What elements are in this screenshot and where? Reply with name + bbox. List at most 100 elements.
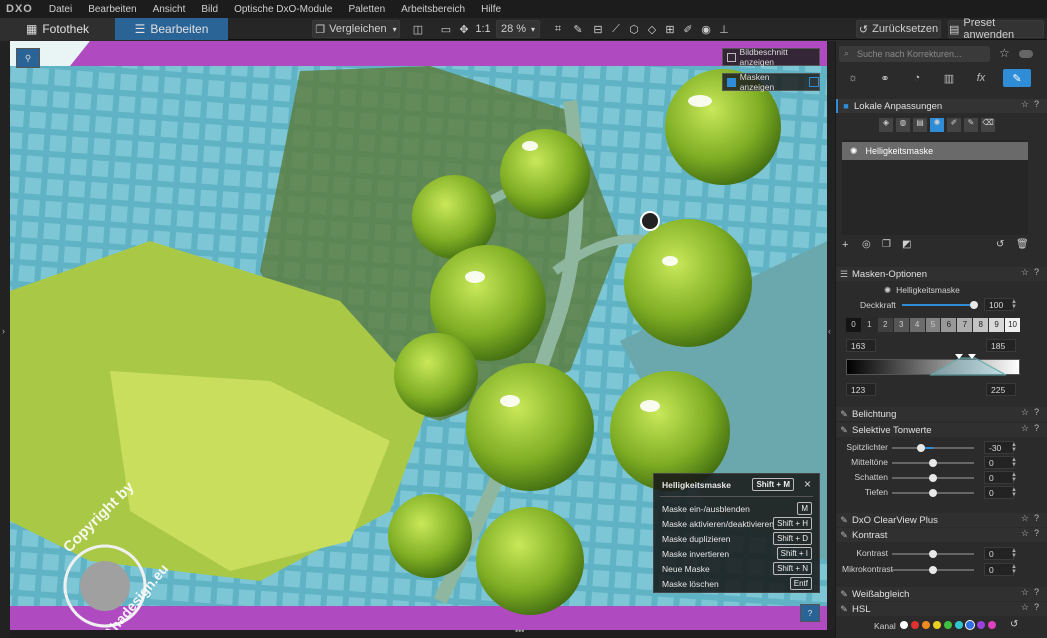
volume-icon[interactable]: ⬡ — [626, 20, 642, 38]
contrast-header[interactable]: ✎ Kontrast ☆? — [836, 528, 1047, 542]
tab-local-icon[interactable]: ✎ — [1003, 69, 1031, 87]
fit-screen-icon[interactable]: ▭ — [438, 20, 454, 38]
tone-zone-10[interactable]: 10 — [1005, 318, 1020, 332]
opacity-value[interactable]: 100 — [984, 298, 1014, 311]
filmstrip-handle[interactable]: ••• — [10, 626, 835, 638]
trash-icon[interactable]: 🗑 — [1016, 239, 1029, 250]
hsl-header[interactable]: ✎ HSL ☆? — [836, 602, 1047, 616]
menu-view[interactable]: Ansicht — [145, 4, 194, 15]
tab-effects-icon[interactable]: fx — [967, 69, 995, 87]
menu-image[interactable]: Bild — [193, 4, 226, 15]
section-controls[interactable]: ☆? — [1021, 602, 1044, 613]
tone-zone-8[interactable]: 8 — [973, 318, 989, 332]
section-controls[interactable]: ☆? — [1021, 267, 1044, 278]
duplicate-icon[interactable]: ❐ — [882, 239, 891, 250]
show-crop-toggle[interactable]: Bildbeschnitt anzeigen — [722, 47, 820, 67]
channel-blue[interactable] — [965, 620, 975, 630]
spinner-arrows[interactable]: ▲ ▼ — [1011, 457, 1017, 468]
spinner-arrows[interactable]: ▲ ▼ — [1011, 564, 1017, 575]
show-crop-checkbox[interactable] — [727, 52, 736, 62]
search-input[interactable]: Suche nach Korrekturen... — [839, 46, 990, 62]
help-button[interactable]: ? — [800, 604, 820, 622]
gradient-icon[interactable]: ▤ — [913, 118, 927, 132]
channel-magenta[interactable] — [988, 621, 996, 629]
tone-zone-2[interactable]: 2 — [877, 318, 893, 332]
apply-preset-button[interactable]: ▤ Preset anwenden — [948, 17, 1044, 41]
selective-tone-slider[interactable] — [892, 474, 974, 482]
section-controls[interactable]: ☆? — [1021, 513, 1044, 524]
selective-tone-value[interactable]: 0 — [984, 471, 1014, 484]
tolerance-high-value[interactable]: 225 — [986, 383, 1016, 396]
section-controls[interactable]: ☆? — [1021, 407, 1044, 418]
mask-pick-point[interactable] — [640, 211, 660, 231]
range-low-value[interactable]: 163 — [846, 339, 876, 352]
histogram-icon[interactable]: ⊥ — [716, 20, 732, 38]
menu-workspace[interactable]: Arbeitsbereich — [393, 4, 473, 15]
contrast-value[interactable]: 0 — [984, 563, 1014, 576]
eyedropper-icon[interactable]: ✎ — [570, 20, 586, 38]
reset-icon[interactable]: ↺ — [1010, 619, 1018, 630]
channel-green[interactable] — [944, 621, 952, 629]
compare-button[interactable]: ❐ Vergleichen ▾ — [312, 20, 400, 38]
opacity-slider-knob[interactable] — [970, 301, 978, 309]
eye-icon[interactable]: ◉ — [698, 20, 714, 38]
clearview-header[interactable]: ✎ DxO ClearView Plus ☆? — [836, 513, 1047, 527]
mask-options-header[interactable]: ☰ Masken-Optionen ☆? — [836, 267, 1047, 281]
spinner-arrows[interactable]: ▲ ▼ — [1011, 472, 1017, 483]
spinner-arrows[interactable]: ▲ ▼ — [1011, 548, 1017, 559]
local-adjustments-header[interactable]: ■ Lokale Anpassungen ☆? — [836, 99, 1047, 113]
visibility-icon[interactable]: ◎ — [862, 239, 871, 250]
selective-tone-slider-knob[interactable] — [916, 444, 925, 452]
section-controls[interactable]: ☆? — [1021, 528, 1044, 539]
toggle-switch[interactable] — [1019, 50, 1033, 58]
tolerance-low-value[interactable]: 123 — [846, 383, 876, 396]
exposure-header[interactable]: ✎ Belichtung ☆? — [836, 407, 1047, 421]
opacity-slider[interactable] — [902, 301, 978, 309]
section-controls[interactable]: ☆? — [1021, 423, 1044, 434]
crop-icon[interactable]: ⌗ — [550, 20, 566, 38]
local-adjust-icon[interactable]: ⊞ — [662, 20, 678, 38]
eraser-brush-icon[interactable]: ⌫ — [981, 118, 995, 132]
spinner-arrows[interactable]: ▲ ▼ — [1011, 487, 1017, 498]
selective-tone-slider[interactable] — [892, 444, 974, 452]
horizon-icon[interactable]: ⊟ — [590, 20, 606, 38]
left-panel-collapse[interactable]: › — [0, 41, 10, 638]
tone-zone-3[interactable]: 3 — [893, 318, 909, 332]
channel-cyan[interactable] — [955, 621, 963, 629]
invert-icon[interactable]: ◩ — [902, 239, 911, 250]
selective-tone-value[interactable]: -30 — [984, 441, 1014, 454]
channel-red[interactable] — [911, 621, 919, 629]
tab-geometry-icon[interactable]: ▥ — [935, 69, 963, 87]
repair-icon[interactable]: ✐ — [680, 20, 696, 38]
redeye-icon[interactable]: ◇ — [644, 20, 660, 38]
spinner-arrows[interactable]: ▲ ▼ — [1011, 442, 1017, 453]
selective-tone-slider[interactable] — [892, 459, 974, 467]
split-view-icon[interactable]: ◫ — [408, 20, 428, 38]
channel-orange[interactable] — [922, 621, 930, 629]
tone-zone-0[interactable]: 0 — [846, 318, 861, 332]
channel-purple[interactable] — [977, 621, 985, 629]
contrast-slider[interactable] — [892, 566, 974, 574]
selective-tone-slider-knob[interactable] — [929, 459, 937, 467]
tab-library[interactable]: ▦ Fotothek — [0, 18, 115, 40]
range-high-value[interactable]: 185 — [986, 339, 1016, 352]
image-viewer[interactable]: Copyright by Ahadesign.eu ⚲ Bildbeschnit… — [10, 41, 827, 630]
selective-tone-slider-knob[interactable] — [929, 474, 937, 482]
channel-all[interactable] — [900, 621, 908, 629]
selective-tone-value[interactable]: 0 — [984, 486, 1014, 499]
channel-yellow[interactable] — [933, 621, 941, 629]
selective-tone-slider[interactable] — [892, 489, 974, 497]
zoom-1-1-button[interactable]: 1:1 — [474, 20, 492, 38]
tab-color-icon[interactable]: ⚭ — [871, 69, 899, 87]
perspective-icon[interactable]: ⟋ — [608, 20, 624, 38]
menu-edit[interactable]: Bearbeiten — [80, 4, 144, 15]
luminosity-mask-icon[interactable]: ✺ — [930, 118, 944, 132]
star-icon[interactable]: ☆ — [999, 46, 1010, 60]
eraser-icon[interactable]: ◍ — [896, 118, 910, 132]
menu-optics-modules[interactable]: Optische DxO-Module — [226, 4, 340, 15]
contrast-slider-knob[interactable] — [929, 566, 937, 574]
whitebalance-header[interactable]: ✎ Weißabgleich ☆? — [836, 587, 1047, 601]
reset-icon[interactable]: ↺ — [996, 239, 1004, 250]
move-icon[interactable]: ✥ — [456, 20, 472, 38]
mask-color-swatch[interactable] — [809, 77, 819, 87]
